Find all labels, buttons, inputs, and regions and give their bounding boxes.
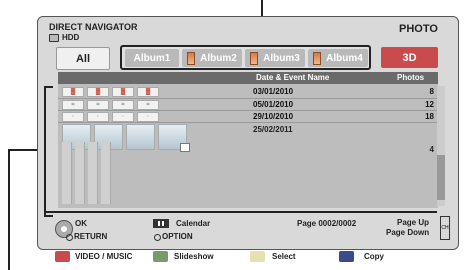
callout-line-left	[8, 149, 38, 151]
tab-all[interactable]: All	[56, 47, 110, 70]
thumbnail: ·	[87, 112, 109, 122]
row-count: 18	[425, 112, 434, 121]
scrollbar-thumb[interactable]	[437, 155, 445, 200]
tab-album3[interactable]: Album3	[245, 49, 305, 67]
hdd-icon	[49, 33, 59, 42]
row-count: 8	[429, 87, 434, 96]
callout-line-left-vertical	[8, 149, 10, 270]
thumbnail: ▓	[62, 87, 84, 97]
empty-slot	[75, 142, 85, 204]
slideshow-label: Slideshow	[174, 252, 214, 261]
list-item[interactable]: 29/10/2010 18	[148, 112, 438, 122]
calendar-label: Calendar	[176, 219, 211, 228]
album-label: Album4	[326, 52, 363, 64]
page-up-label: Page Up	[397, 218, 430, 227]
column-date: Date & Event Name	[256, 73, 330, 82]
mode-label: PHOTO	[399, 23, 438, 35]
option-label: OPTION	[162, 232, 193, 241]
selection-underline	[44, 211, 437, 213]
album-icon	[187, 51, 196, 65]
thumbnail: ·	[62, 112, 84, 122]
return-icon	[66, 234, 73, 241]
yellow-button-icon	[250, 251, 265, 262]
ok-label: OK	[75, 219, 87, 228]
row-thumbnails: ≈ ≈ ≈ ≈	[62, 100, 159, 110]
row-divider	[58, 98, 438, 99]
thumbnail: ·	[112, 112, 134, 122]
empty-slot	[101, 142, 111, 204]
row-date: 05/01/2010	[253, 100, 294, 109]
page-title: DIRECT NAVIGATOR	[49, 22, 138, 32]
video-music-label: VIDEO / MUSIC	[75, 252, 133, 261]
channel-button: CH	[440, 216, 450, 240]
selection-bracket	[44, 86, 53, 217]
list-header	[58, 72, 438, 84]
list-item-selected[interactable]: 25/02/2011 4	[148, 124, 438, 154]
row-thumbnails: ▓ ▓ ▓ ▓	[62, 87, 159, 97]
thumbnail: ▓	[87, 87, 109, 97]
row-divider	[58, 110, 438, 111]
row-date: 03/01/2010	[253, 87, 294, 96]
tab-album1[interactable]: Album1	[125, 49, 179, 67]
thumbnail	[126, 124, 155, 150]
empty-slot	[88, 142, 98, 204]
select-label: Select	[272, 252, 296, 261]
album-label: Album3	[263, 52, 300, 64]
green-button-icon	[153, 251, 168, 262]
source-indicator: HDD	[49, 33, 79, 42]
album-icon	[250, 51, 259, 65]
page-indicator: Page 0002/0002	[297, 219, 357, 228]
row-count: 12	[425, 100, 434, 109]
tab-album4[interactable]: Album4	[308, 49, 368, 67]
image-icon	[180, 143, 190, 152]
blue-button-icon	[339, 251, 354, 262]
row-date: 25/02/2011	[253, 125, 293, 134]
album-icon	[313, 51, 322, 65]
pause-icon	[153, 219, 169, 228]
album-label: Album1	[133, 52, 171, 64]
source-label: HDD	[62, 33, 80, 42]
option-icon	[154, 234, 161, 241]
tab-3d[interactable]: 3D	[381, 47, 438, 68]
thumbnail: ≈	[112, 100, 134, 110]
empty-slot	[62, 142, 72, 204]
red-button-icon	[55, 251, 70, 262]
thumbnail: ≈	[87, 100, 109, 110]
list-item[interactable]: 03/01/2010 8	[148, 87, 438, 97]
album-label: Album2	[200, 52, 237, 64]
row-thumbnails: · · · ·	[62, 112, 159, 122]
row-count: 4	[429, 145, 434, 154]
row-divider	[58, 122, 438, 123]
list-item[interactable]: 05/01/2010 12	[148, 100, 438, 110]
return-label: RETURN	[74, 232, 108, 241]
row-date: 29/10/2010	[253, 112, 294, 121]
column-photos: Photos	[397, 73, 425, 82]
thumbnail: ≈	[62, 100, 84, 110]
page-down-label: Page Down	[386, 228, 430, 237]
thumbnail: ▓	[112, 87, 134, 97]
tab-album2[interactable]: Album2	[182, 49, 242, 67]
copy-label: Copy	[364, 252, 384, 261]
